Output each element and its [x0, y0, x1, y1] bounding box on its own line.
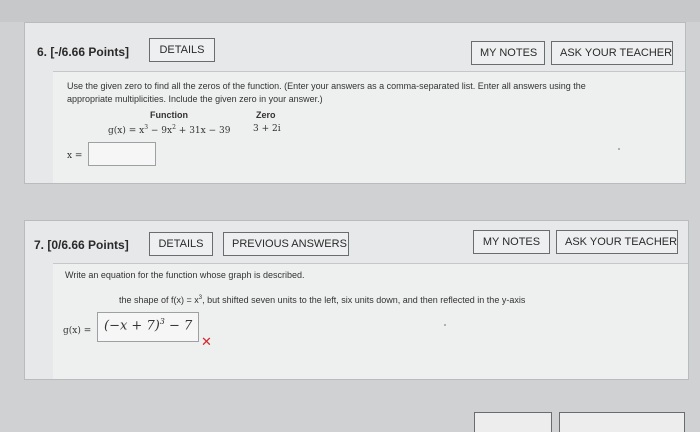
my-notes-button[interactable]: MY NOTES: [473, 230, 550, 254]
question-6-title: 6. [-/6.66 Points]: [37, 45, 130, 59]
question-7-title: 7. [0/6.66 Points]: [34, 238, 129, 252]
function-middle: − 9x: [148, 126, 173, 136]
details-button[interactable]: DETAILS: [149, 38, 215, 62]
answer-label: x =: [67, 151, 83, 161]
instructions-line-1: Use the given zero to find all the zeros…: [67, 81, 586, 91]
question-6-header: 6. [-/6.66 Points] DETAILS MY NOTES ASK …: [25, 23, 685, 65]
stray-dot: [618, 148, 620, 150]
function-expression: g(x) = x3 − 9x2 + 31x − 39: [108, 124, 230, 136]
zero-column-header: Zero: [256, 110, 276, 120]
answer-base: (−x + 7): [104, 318, 160, 334]
question-7-instructions: Write an equation for the function whose…: [65, 270, 305, 280]
partial-button-left[interactable]: [474, 412, 552, 432]
ask-your-teacher-button[interactable]: ASK YOUR TEACHER: [551, 41, 673, 65]
instructions-line-2: appropriate multiplicities. Include the …: [67, 94, 323, 104]
answer-label: g(x) =: [63, 326, 92, 336]
top-strip: [0, 0, 700, 22]
question-7-header: 7. [0/6.66 Points] DETAILS PREVIOUS ANSW…: [25, 221, 688, 261]
question-6-card: 6. [-/6.66 Points] DETAILS MY NOTES ASK …: [24, 22, 686, 184]
function-description: the shape of f(x) = x3, but shifted seve…: [119, 292, 525, 307]
question-7-body: Write an equation for the function whose…: [53, 263, 688, 379]
details-button[interactable]: DETAILS: [149, 232, 213, 256]
partial-button-right[interactable]: [559, 412, 685, 432]
incorrect-x-icon: ✕: [201, 334, 212, 349]
function-tail: + 31x − 39: [175, 126, 231, 136]
question-6-instructions: Use the given zero to find all the zeros…: [67, 80, 667, 106]
previous-answers-button[interactable]: PREVIOUS ANSWERS: [223, 232, 349, 256]
description-part-2: , but shifted seven units to the left, s…: [202, 295, 526, 305]
function-column-header: Function: [150, 110, 188, 120]
question-7-card: 7. [0/6.66 Points] DETAILS PREVIOUS ANSW…: [24, 220, 689, 380]
ask-your-teacher-button[interactable]: ASK YOUR TEACHER: [556, 230, 678, 254]
question-6-body: Use the given zero to find all the zeros…: [53, 71, 685, 183]
stray-dot: [444, 324, 446, 326]
function-lhs: g(x) = x: [108, 126, 145, 136]
equation-answer-box[interactable]: (−x + 7)3 − 7: [97, 312, 200, 342]
answer-tail: − 7: [164, 318, 193, 334]
description-part-1: the shape of f(x) = x: [119, 295, 199, 305]
zeros-answer-input[interactable]: [88, 142, 156, 166]
given-zero: 3 + 2i: [253, 124, 281, 134]
my-notes-button[interactable]: MY NOTES: [471, 41, 545, 65]
